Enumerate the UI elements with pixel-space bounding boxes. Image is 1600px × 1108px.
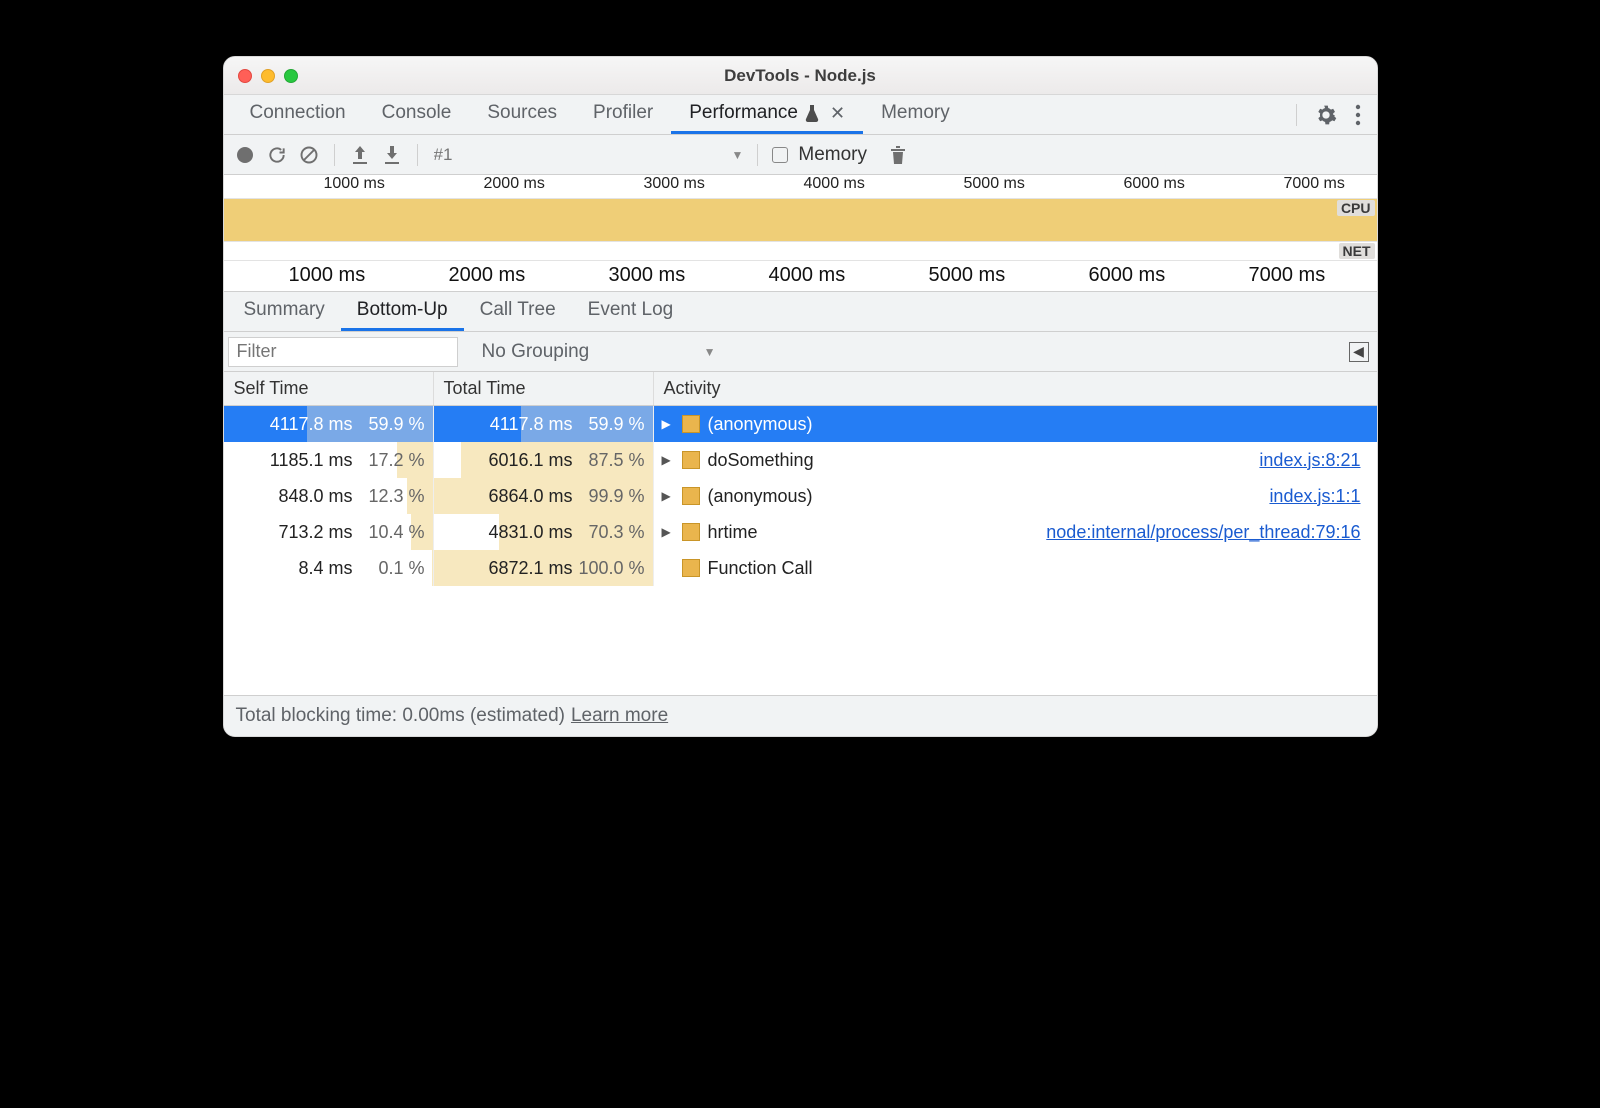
timeline-tick: 2000 ms — [449, 264, 526, 287]
overview-tick: 3000 ms — [644, 175, 705, 193]
source-link[interactable]: index.js:1:1 — [1269, 486, 1368, 507]
timeline-overview[interactable]: 1000 ms 2000 ms 3000 ms 4000 ms 5000 ms 6000 … — [224, 175, 1377, 292]
source-link[interactable]: node:internal/process/per_thread:79:16 — [1046, 522, 1368, 543]
performance-toolbar: ▼ Memory — [224, 135, 1377, 175]
overview-tick: 5000 ms — [964, 175, 1025, 193]
subtab-event-log[interactable]: Event Log — [572, 292, 690, 331]
download-icon[interactable] — [381, 145, 403, 165]
settings-icon[interactable] — [1315, 104, 1337, 126]
flask-icon — [804, 104, 820, 122]
overview-tick: 7000 ms — [1284, 175, 1345, 193]
table-row[interactable]: 4117.8 ms59.9 %4117.8 ms59.9 %▶(anonymou… — [224, 406, 1377, 442]
toggle-sidebar-icon[interactable]: ◀ — [1349, 342, 1369, 362]
minimize-window-icon[interactable] — [261, 69, 275, 83]
recording-name-input[interactable] — [432, 142, 722, 168]
learn-more-link[interactable]: Learn more — [571, 705, 668, 727]
close-tab-icon[interactable]: ✕ — [830, 103, 845, 124]
tab-profiler[interactable]: Profiler — [575, 95, 671, 134]
disclosure-icon[interactable]: ▶ — [662, 417, 674, 431]
overview-tick: 1000 ms — [324, 175, 385, 193]
activity-name: (anonymous) — [708, 486, 813, 507]
titlebar: DevTools - Node.js — [224, 57, 1377, 95]
reload-icon[interactable] — [266, 145, 288, 165]
more-menu-icon[interactable] — [1355, 104, 1361, 126]
traffic-lights — [238, 69, 298, 83]
table-row[interactable]: 713.2 ms10.4 %4831.0 ms70.3 %▶hrtimenode… — [224, 514, 1377, 550]
tab-performance[interactable]: Performance ✕ — [671, 95, 863, 134]
timeline-tick: 5000 ms — [929, 264, 1006, 287]
source-link[interactable]: index.js:8:21 — [1259, 450, 1368, 471]
tab-console[interactable]: Console — [364, 95, 470, 134]
category-swatch-icon — [682, 415, 700, 433]
tab-sources[interactable]: Sources — [469, 95, 575, 134]
activity-name: Function Call — [708, 558, 813, 579]
timeline-tick: 1000 ms — [289, 264, 366, 287]
table-row[interactable]: 1185.1 ms17.2 %6016.1 ms87.5 %▶doSomethi… — [224, 442, 1377, 478]
subtab-bottom-up[interactable]: Bottom-Up — [341, 292, 464, 331]
status-footer: Total blocking time: 0.00ms (estimated) … — [224, 696, 1377, 736]
activity-name: (anonymous) — [708, 414, 813, 435]
filter-bar: No Grouping ▼ ◀ — [224, 332, 1377, 372]
subtab-call-tree[interactable]: Call Tree — [464, 292, 572, 331]
timeline-tick: 6000 ms — [1089, 264, 1166, 287]
filter-input[interactable] — [228, 337, 458, 367]
blocking-time-text: Total blocking time: 0.00ms (estimated) — [236, 705, 565, 727]
record-icon[interactable] — [234, 146, 256, 164]
disclosure-icon[interactable]: ▶ — [662, 525, 674, 539]
details-tabs: Summary Bottom-Up Call Tree Event Log — [224, 292, 1377, 332]
category-swatch-icon — [682, 451, 700, 469]
col-self-time[interactable]: Self Time — [224, 372, 434, 405]
close-window-icon[interactable] — [238, 69, 252, 83]
recording-dropdown-icon[interactable]: ▼ — [732, 148, 744, 162]
col-total-time[interactable]: Total Time — [434, 372, 654, 405]
category-swatch-icon — [682, 559, 700, 577]
grouping-select[interactable]: No Grouping ▼ — [482, 335, 732, 369]
overview-tick: 6000 ms — [1124, 175, 1185, 193]
col-activity[interactable]: Activity — [654, 372, 1377, 405]
maximize-window-icon[interactable] — [284, 69, 298, 83]
overview-tick: 2000 ms — [484, 175, 545, 193]
activity-name: doSomething — [708, 450, 814, 471]
memory-checkbox-label: Memory — [798, 144, 867, 166]
window-title: DevTools - Node.js — [224, 66, 1377, 86]
timeline-tick: 3000 ms — [609, 264, 686, 287]
subtab-summary[interactable]: Summary — [228, 292, 341, 331]
trash-icon[interactable] — [887, 145, 909, 165]
category-swatch-icon — [682, 487, 700, 505]
timeline-tick: 7000 ms — [1249, 264, 1326, 287]
disclosure-icon[interactable]: ▶ — [662, 453, 674, 467]
activity-name: hrtime — [708, 522, 758, 543]
disclosure-icon[interactable]: ▶ — [662, 489, 674, 503]
panel-tabs: Connection Console Sources Profiler Perf… — [224, 95, 1377, 135]
profile-table: Self Time Total Time Activity 4117.8 ms5… — [224, 372, 1377, 696]
category-swatch-icon — [682, 523, 700, 541]
net-track: NET — [224, 241, 1377, 261]
table-row[interactable]: 8.4 ms0.1 %6872.1 ms100.0 %Function Call — [224, 550, 1377, 586]
overview-tick: 4000 ms — [804, 175, 865, 193]
table-row[interactable]: 848.0 ms12.3 %6864.0 ms99.9 %▶(anonymous… — [224, 478, 1377, 514]
clear-icon[interactable] — [298, 145, 320, 165]
timeline-tick: 4000 ms — [769, 264, 846, 287]
tab-connection[interactable]: Connection — [232, 95, 364, 134]
memory-checkbox[interactable] — [772, 147, 788, 163]
upload-icon[interactable] — [349, 145, 371, 165]
devtools-window: DevTools - Node.js Connection Console So… — [223, 56, 1378, 737]
cpu-track: CPU — [224, 199, 1377, 241]
chevron-down-icon: ▼ — [704, 345, 716, 359]
tab-memory[interactable]: Memory — [863, 95, 968, 134]
